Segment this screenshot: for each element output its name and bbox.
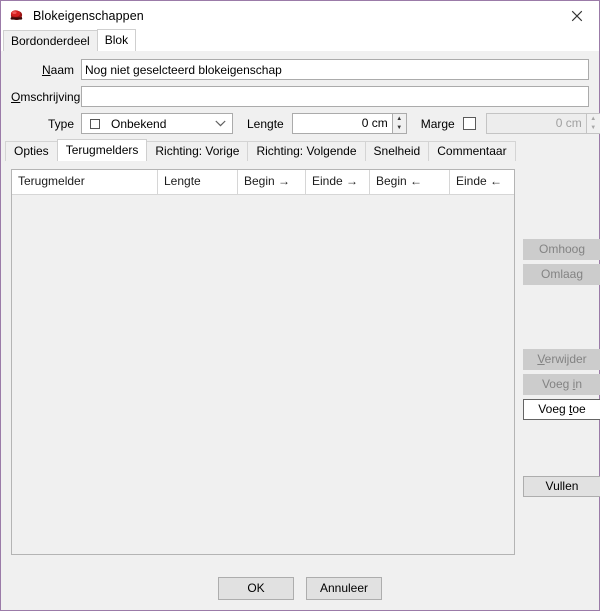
omschrijving-input[interactable] bbox=[81, 86, 589, 107]
voeg-in-button[interactable]: Voeg in bbox=[523, 374, 600, 395]
tab-commentaar[interactable]: Commentaar bbox=[428, 141, 516, 161]
omlaag-button[interactable]: Omlaag bbox=[523, 264, 600, 285]
title-bar: Blokeigenschappen bbox=[1, 1, 599, 30]
dialog-footer: OK Annuleer bbox=[1, 577, 599, 600]
row-naam: Naam bbox=[11, 59, 589, 80]
lengte-spin-up-icon[interactable]: ▲ bbox=[393, 114, 406, 124]
table-body[interactable] bbox=[12, 195, 514, 554]
table-header-row: Terugmelder Lengte Begin → Einde → Begin… bbox=[12, 170, 514, 195]
naam-label: Naam bbox=[41, 62, 74, 77]
marge-checkbox[interactable] bbox=[462, 117, 476, 130]
column-header-einde-prev[interactable]: Einde ← bbox=[450, 170, 514, 194]
block-symbol-icon bbox=[90, 118, 100, 129]
marge-spinner: 0 cm ▲ ▼ bbox=[485, 113, 600, 134]
column-header-einde-next[interactable]: Einde → bbox=[306, 170, 370, 194]
lengte-spin-down-icon[interactable]: ▼ bbox=[393, 124, 406, 134]
type-combobox[interactable]: Onbekend bbox=[81, 113, 233, 134]
marge-spin-up-icon: ▲ bbox=[590, 115, 597, 122]
marge-value: 0 cm bbox=[485, 113, 586, 134]
tab-opties[interactable]: Opties bbox=[5, 141, 58, 161]
close-icon[interactable] bbox=[554, 1, 599, 30]
tab-bordonderdeel[interactable]: Bordonderdeel bbox=[3, 30, 98, 51]
naam-input[interactable] bbox=[81, 59, 589, 80]
verwijder-button[interactable]: Verwijder bbox=[523, 349, 600, 370]
terugmelders-table[interactable]: Terugmelder Lengte Begin → Einde → Begin… bbox=[11, 169, 515, 555]
type-value: Onbekend bbox=[111, 116, 167, 131]
voeg-toe-button[interactable]: Voeg toe bbox=[523, 399, 600, 420]
column-header-terugmelder[interactable]: Terugmelder bbox=[12, 170, 158, 194]
lengte-spinner[interactable]: 0 cm ▲ ▼ bbox=[291, 113, 407, 134]
type-label: Type bbox=[47, 116, 74, 131]
outer-tab-bar: Bordonderdeel Blok bbox=[1, 29, 599, 51]
marge-spin-down-icon: ▼ bbox=[590, 125, 597, 132]
inner-tab-bar: Opties Terugmelders Richting: Vorige Ric… bbox=[5, 139, 599, 161]
lengte-spin-buttons: ▲ ▼ bbox=[391, 113, 407, 134]
cancel-button[interactable]: Annuleer bbox=[306, 577, 382, 600]
omhoog-button[interactable]: Omhoog bbox=[523, 239, 600, 260]
window-title: Blokeigenschappen bbox=[33, 8, 144, 23]
dialog-content: Naam Omschrijving Type Onbekend bbox=[1, 51, 600, 610]
vullen-button[interactable]: Vullen bbox=[523, 476, 600, 497]
chevron-down-icon bbox=[215, 114, 226, 133]
property-form: Naam Omschrijving Type Onbekend bbox=[1, 51, 600, 134]
dialog-window: Blokeigenschappen Bordonderdeel Blok Naa… bbox=[0, 0, 600, 611]
list-action-buttons: Omhoog Omlaag Verwijder Voeg in Voeg toe… bbox=[523, 169, 600, 555]
ok-button[interactable]: OK bbox=[218, 577, 294, 600]
omschrijving-label: Omschrijving bbox=[11, 89, 81, 104]
row-omschrijving: Omschrijving bbox=[11, 86, 589, 107]
tab-terugmelders[interactable]: Terugmelders bbox=[56, 139, 148, 161]
lengte-value[interactable]: 0 cm bbox=[291, 113, 392, 134]
row-type: Type Onbekend Lengte 0 cm ▲ ▼ Marge 0 cm… bbox=[11, 113, 600, 134]
column-header-lengte[interactable]: Lengte bbox=[158, 170, 238, 194]
tab-richting-vorige[interactable]: Richting: Vorige bbox=[146, 141, 249, 161]
tab-blok[interactable]: Blok bbox=[96, 29, 137, 51]
marge-spin-buttons: ▲ ▼ bbox=[585, 113, 600, 134]
marge-label: Marge bbox=[420, 116, 455, 131]
tab-richting-volgende[interactable]: Richting: Volgende bbox=[247, 141, 366, 161]
column-header-begin-prev[interactable]: Begin ← bbox=[370, 170, 450, 194]
column-header-begin-next[interactable]: Begin → bbox=[238, 170, 306, 194]
tab-snelheid[interactable]: Snelheid bbox=[364, 141, 430, 161]
app-icon bbox=[9, 8, 25, 24]
terugmelders-panel: Terugmelder Lengte Begin → Einde → Begin… bbox=[1, 161, 600, 555]
lengte-label: Lengte bbox=[247, 116, 284, 131]
